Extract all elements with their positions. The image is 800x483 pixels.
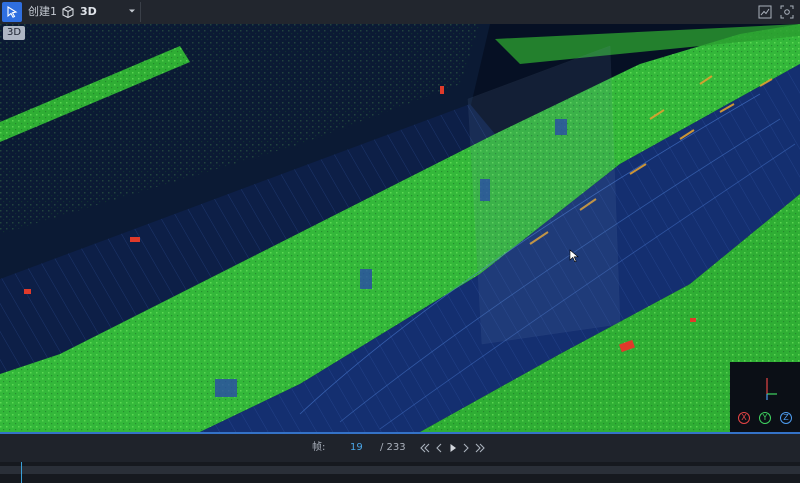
first-frame-button[interactable]: [419, 441, 431, 455]
total-frames: / 233: [380, 442, 406, 453]
chart-icon: [758, 5, 772, 19]
axis-gizmo: X Y Z: [730, 362, 800, 432]
view-mode-select[interactable]: 3D: [80, 5, 97, 19]
play-icon: [450, 444, 456, 452]
chevron-left-icon: [436, 443, 442, 453]
axis-y-label: Y: [759, 412, 771, 424]
playback-bar: 帧: 19 / 233: [0, 434, 800, 462]
timeline-track[interactable]: [0, 466, 800, 474]
current-frame-input[interactable]: 19: [350, 442, 363, 454]
create-count: 1: [50, 5, 57, 18]
chevron-down-icon[interactable]: [127, 6, 137, 16]
next-frame-button[interactable]: [460, 441, 472, 455]
mouse-pointer-icon: [569, 249, 579, 263]
select-tool-button[interactable]: [2, 2, 22, 22]
toolbar-divider: [140, 2, 141, 22]
timeline[interactable]: [0, 462, 800, 483]
fit-view-button[interactable]: [778, 3, 796, 21]
point-cloud-scene: [0, 24, 800, 432]
frame-label: 帧:: [312, 442, 326, 453]
fit-view-icon: [780, 5, 794, 19]
cursor-arrow-icon: [7, 6, 18, 18]
point-cloud-viewport[interactable]: 3D X Y Z: [0, 24, 800, 432]
prev-frame-button[interactable]: [433, 441, 445, 455]
chevron-right-icon: [463, 443, 469, 453]
view-mode-badge: 3D: [3, 26, 26, 40]
double-chevron-right-icon: [475, 443, 485, 453]
top-toolbar: 创建 1 3D: [0, 0, 800, 25]
last-frame-button[interactable]: [474, 441, 486, 455]
play-button[interactable]: [447, 441, 459, 455]
axis-x-label: X: [738, 412, 750, 424]
chart-button[interactable]: [756, 3, 774, 21]
timeline-playhead[interactable]: [21, 462, 22, 483]
create-label: 创建: [28, 5, 50, 18]
cube-icon[interactable]: [60, 4, 76, 20]
axis-z-label: Z: [780, 412, 792, 424]
axis-gizmo-icon: [766, 378, 777, 400]
double-chevron-left-icon: [420, 443, 430, 453]
